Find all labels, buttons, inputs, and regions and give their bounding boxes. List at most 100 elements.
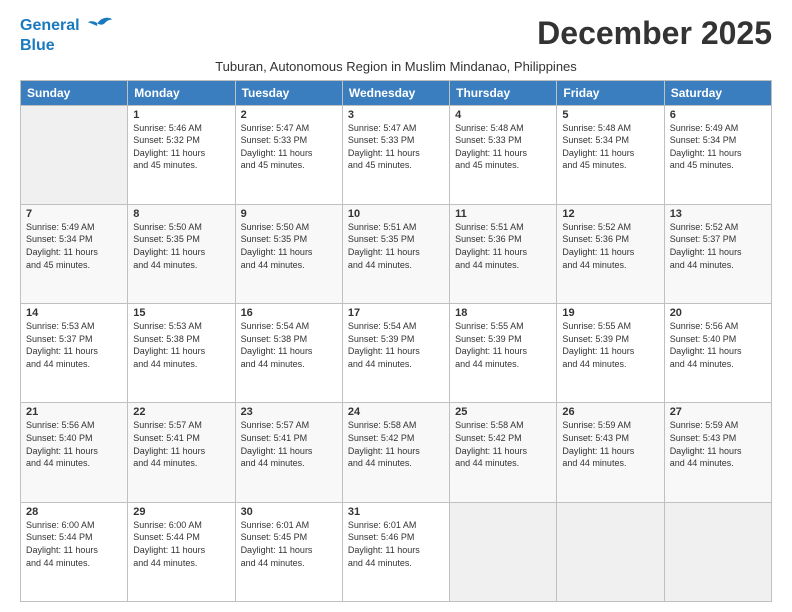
day-info: Sunrise: 5:52 AM Sunset: 5:36 PM Dayligh… [562, 221, 658, 271]
table-row: 26Sunrise: 5:59 AM Sunset: 5:43 PM Dayli… [557, 403, 664, 502]
day-number: 15 [133, 307, 229, 319]
month-title: December 2025 [537, 15, 772, 52]
calendar-week-row: 14Sunrise: 5:53 AM Sunset: 5:37 PM Dayli… [21, 304, 772, 403]
calendar-week-row: 21Sunrise: 5:56 AM Sunset: 5:40 PM Dayli… [21, 403, 772, 502]
day-number: 22 [133, 406, 229, 418]
day-number: 11 [455, 208, 551, 220]
day-number: 3 [348, 109, 444, 121]
table-row: 9Sunrise: 5:50 AM Sunset: 5:35 PM Daylig… [235, 204, 342, 303]
day-number: 19 [562, 307, 658, 319]
day-number: 4 [455, 109, 551, 121]
day-number: 18 [455, 307, 551, 319]
table-row: 24Sunrise: 5:58 AM Sunset: 5:42 PM Dayli… [342, 403, 449, 502]
table-row: 22Sunrise: 5:57 AM Sunset: 5:41 PM Dayli… [128, 403, 235, 502]
table-row: 13Sunrise: 5:52 AM Sunset: 5:37 PM Dayli… [664, 204, 771, 303]
table-row: 31Sunrise: 6:01 AM Sunset: 5:46 PM Dayli… [342, 502, 449, 601]
table-row: 5Sunrise: 5:48 AM Sunset: 5:34 PM Daylig… [557, 105, 664, 204]
table-row: 6Sunrise: 5:49 AM Sunset: 5:34 PM Daylig… [664, 105, 771, 204]
table-row: 1Sunrise: 5:46 AM Sunset: 5:32 PM Daylig… [128, 105, 235, 204]
logo: General Blue [20, 15, 114, 55]
table-row: 23Sunrise: 5:57 AM Sunset: 5:41 PM Dayli… [235, 403, 342, 502]
day-number: 28 [26, 506, 122, 518]
calendar-week-row: 7Sunrise: 5:49 AM Sunset: 5:34 PM Daylig… [21, 204, 772, 303]
day-number: 14 [26, 307, 122, 319]
header-tuesday: Tuesday [235, 80, 342, 105]
day-info: Sunrise: 5:57 AM Sunset: 5:41 PM Dayligh… [241, 419, 337, 469]
day-info: Sunrise: 5:50 AM Sunset: 5:35 PM Dayligh… [133, 221, 229, 271]
calendar-table: Sunday Monday Tuesday Wednesday Thursday… [20, 80, 772, 602]
day-info: Sunrise: 5:57 AM Sunset: 5:41 PM Dayligh… [133, 419, 229, 469]
day-info: Sunrise: 6:00 AM Sunset: 5:44 PM Dayligh… [133, 519, 229, 569]
table-row: 21Sunrise: 5:56 AM Sunset: 5:40 PM Dayli… [21, 403, 128, 502]
day-info: Sunrise: 5:47 AM Sunset: 5:33 PM Dayligh… [241, 122, 337, 172]
day-info: Sunrise: 5:56 AM Sunset: 5:40 PM Dayligh… [26, 419, 122, 469]
table-row: 29Sunrise: 6:00 AM Sunset: 5:44 PM Dayli… [128, 502, 235, 601]
table-row [450, 502, 557, 601]
day-number: 12 [562, 208, 658, 220]
table-row: 11Sunrise: 5:51 AM Sunset: 5:36 PM Dayli… [450, 204, 557, 303]
table-row: 25Sunrise: 5:58 AM Sunset: 5:42 PM Dayli… [450, 403, 557, 502]
day-info: Sunrise: 5:46 AM Sunset: 5:32 PM Dayligh… [133, 122, 229, 172]
header-thursday: Thursday [450, 80, 557, 105]
day-info: Sunrise: 5:52 AM Sunset: 5:37 PM Dayligh… [670, 221, 766, 271]
day-number: 10 [348, 208, 444, 220]
logo-blue: Blue [20, 37, 114, 55]
day-number: 30 [241, 506, 337, 518]
day-number: 13 [670, 208, 766, 220]
table-row: 20Sunrise: 5:56 AM Sunset: 5:40 PM Dayli… [664, 304, 771, 403]
table-row: 10Sunrise: 5:51 AM Sunset: 5:35 PM Dayli… [342, 204, 449, 303]
header-saturday: Saturday [664, 80, 771, 105]
day-info: Sunrise: 5:50 AM Sunset: 5:35 PM Dayligh… [241, 221, 337, 271]
table-row: 28Sunrise: 6:00 AM Sunset: 5:44 PM Dayli… [21, 502, 128, 601]
day-info: Sunrise: 6:01 AM Sunset: 5:45 PM Dayligh… [241, 519, 337, 569]
table-row: 16Sunrise: 5:54 AM Sunset: 5:38 PM Dayli… [235, 304, 342, 403]
day-info: Sunrise: 5:54 AM Sunset: 5:38 PM Dayligh… [241, 320, 337, 370]
table-row: 2Sunrise: 5:47 AM Sunset: 5:33 PM Daylig… [235, 105, 342, 204]
calendar-week-row: 28Sunrise: 6:00 AM Sunset: 5:44 PM Dayli… [21, 502, 772, 601]
table-row: 7Sunrise: 5:49 AM Sunset: 5:34 PM Daylig… [21, 204, 128, 303]
table-row: 8Sunrise: 5:50 AM Sunset: 5:35 PM Daylig… [128, 204, 235, 303]
table-row [664, 502, 771, 601]
day-info: Sunrise: 5:59 AM Sunset: 5:43 PM Dayligh… [670, 419, 766, 469]
logo-general: General [20, 17, 80, 34]
day-number: 26 [562, 406, 658, 418]
day-number: 29 [133, 506, 229, 518]
day-info: Sunrise: 5:55 AM Sunset: 5:39 PM Dayligh… [562, 320, 658, 370]
day-number: 17 [348, 307, 444, 319]
header: General Blue December 2025 [20, 15, 772, 55]
header-monday: Monday [128, 80, 235, 105]
day-number: 31 [348, 506, 444, 518]
header-friday: Friday [557, 80, 664, 105]
table-row: 19Sunrise: 5:55 AM Sunset: 5:39 PM Dayli… [557, 304, 664, 403]
day-info: Sunrise: 5:56 AM Sunset: 5:40 PM Dayligh… [670, 320, 766, 370]
day-info: Sunrise: 5:48 AM Sunset: 5:33 PM Dayligh… [455, 122, 551, 172]
day-info: Sunrise: 5:47 AM Sunset: 5:33 PM Dayligh… [348, 122, 444, 172]
day-info: Sunrise: 5:51 AM Sunset: 5:36 PM Dayligh… [455, 221, 551, 271]
table-row: 12Sunrise: 5:52 AM Sunset: 5:36 PM Dayli… [557, 204, 664, 303]
logo-bird-icon [86, 15, 114, 37]
day-number: 27 [670, 406, 766, 418]
day-info: Sunrise: 5:51 AM Sunset: 5:35 PM Dayligh… [348, 221, 444, 271]
day-info: Sunrise: 5:55 AM Sunset: 5:39 PM Dayligh… [455, 320, 551, 370]
day-info: Sunrise: 5:54 AM Sunset: 5:39 PM Dayligh… [348, 320, 444, 370]
day-number: 9 [241, 208, 337, 220]
day-info: Sunrise: 6:01 AM Sunset: 5:46 PM Dayligh… [348, 519, 444, 569]
table-row: 27Sunrise: 5:59 AM Sunset: 5:43 PM Dayli… [664, 403, 771, 502]
day-info: Sunrise: 5:49 AM Sunset: 5:34 PM Dayligh… [670, 122, 766, 172]
day-number: 8 [133, 208, 229, 220]
table-row: 15Sunrise: 5:53 AM Sunset: 5:38 PM Dayli… [128, 304, 235, 403]
table-row: 4Sunrise: 5:48 AM Sunset: 5:33 PM Daylig… [450, 105, 557, 204]
table-row: 18Sunrise: 5:55 AM Sunset: 5:39 PM Dayli… [450, 304, 557, 403]
table-row: 3Sunrise: 5:47 AM Sunset: 5:33 PM Daylig… [342, 105, 449, 204]
day-number: 16 [241, 307, 337, 319]
subtitle: Tuburan, Autonomous Region in Muslim Min… [20, 59, 772, 74]
day-info: Sunrise: 6:00 AM Sunset: 5:44 PM Dayligh… [26, 519, 122, 569]
day-number: 25 [455, 406, 551, 418]
table-row: 17Sunrise: 5:54 AM Sunset: 5:39 PM Dayli… [342, 304, 449, 403]
calendar-week-row: 1Sunrise: 5:46 AM Sunset: 5:32 PM Daylig… [21, 105, 772, 204]
day-info: Sunrise: 5:58 AM Sunset: 5:42 PM Dayligh… [455, 419, 551, 469]
day-number: 20 [670, 307, 766, 319]
day-number: 21 [26, 406, 122, 418]
day-info: Sunrise: 5:53 AM Sunset: 5:37 PM Dayligh… [26, 320, 122, 370]
day-number: 23 [241, 406, 337, 418]
